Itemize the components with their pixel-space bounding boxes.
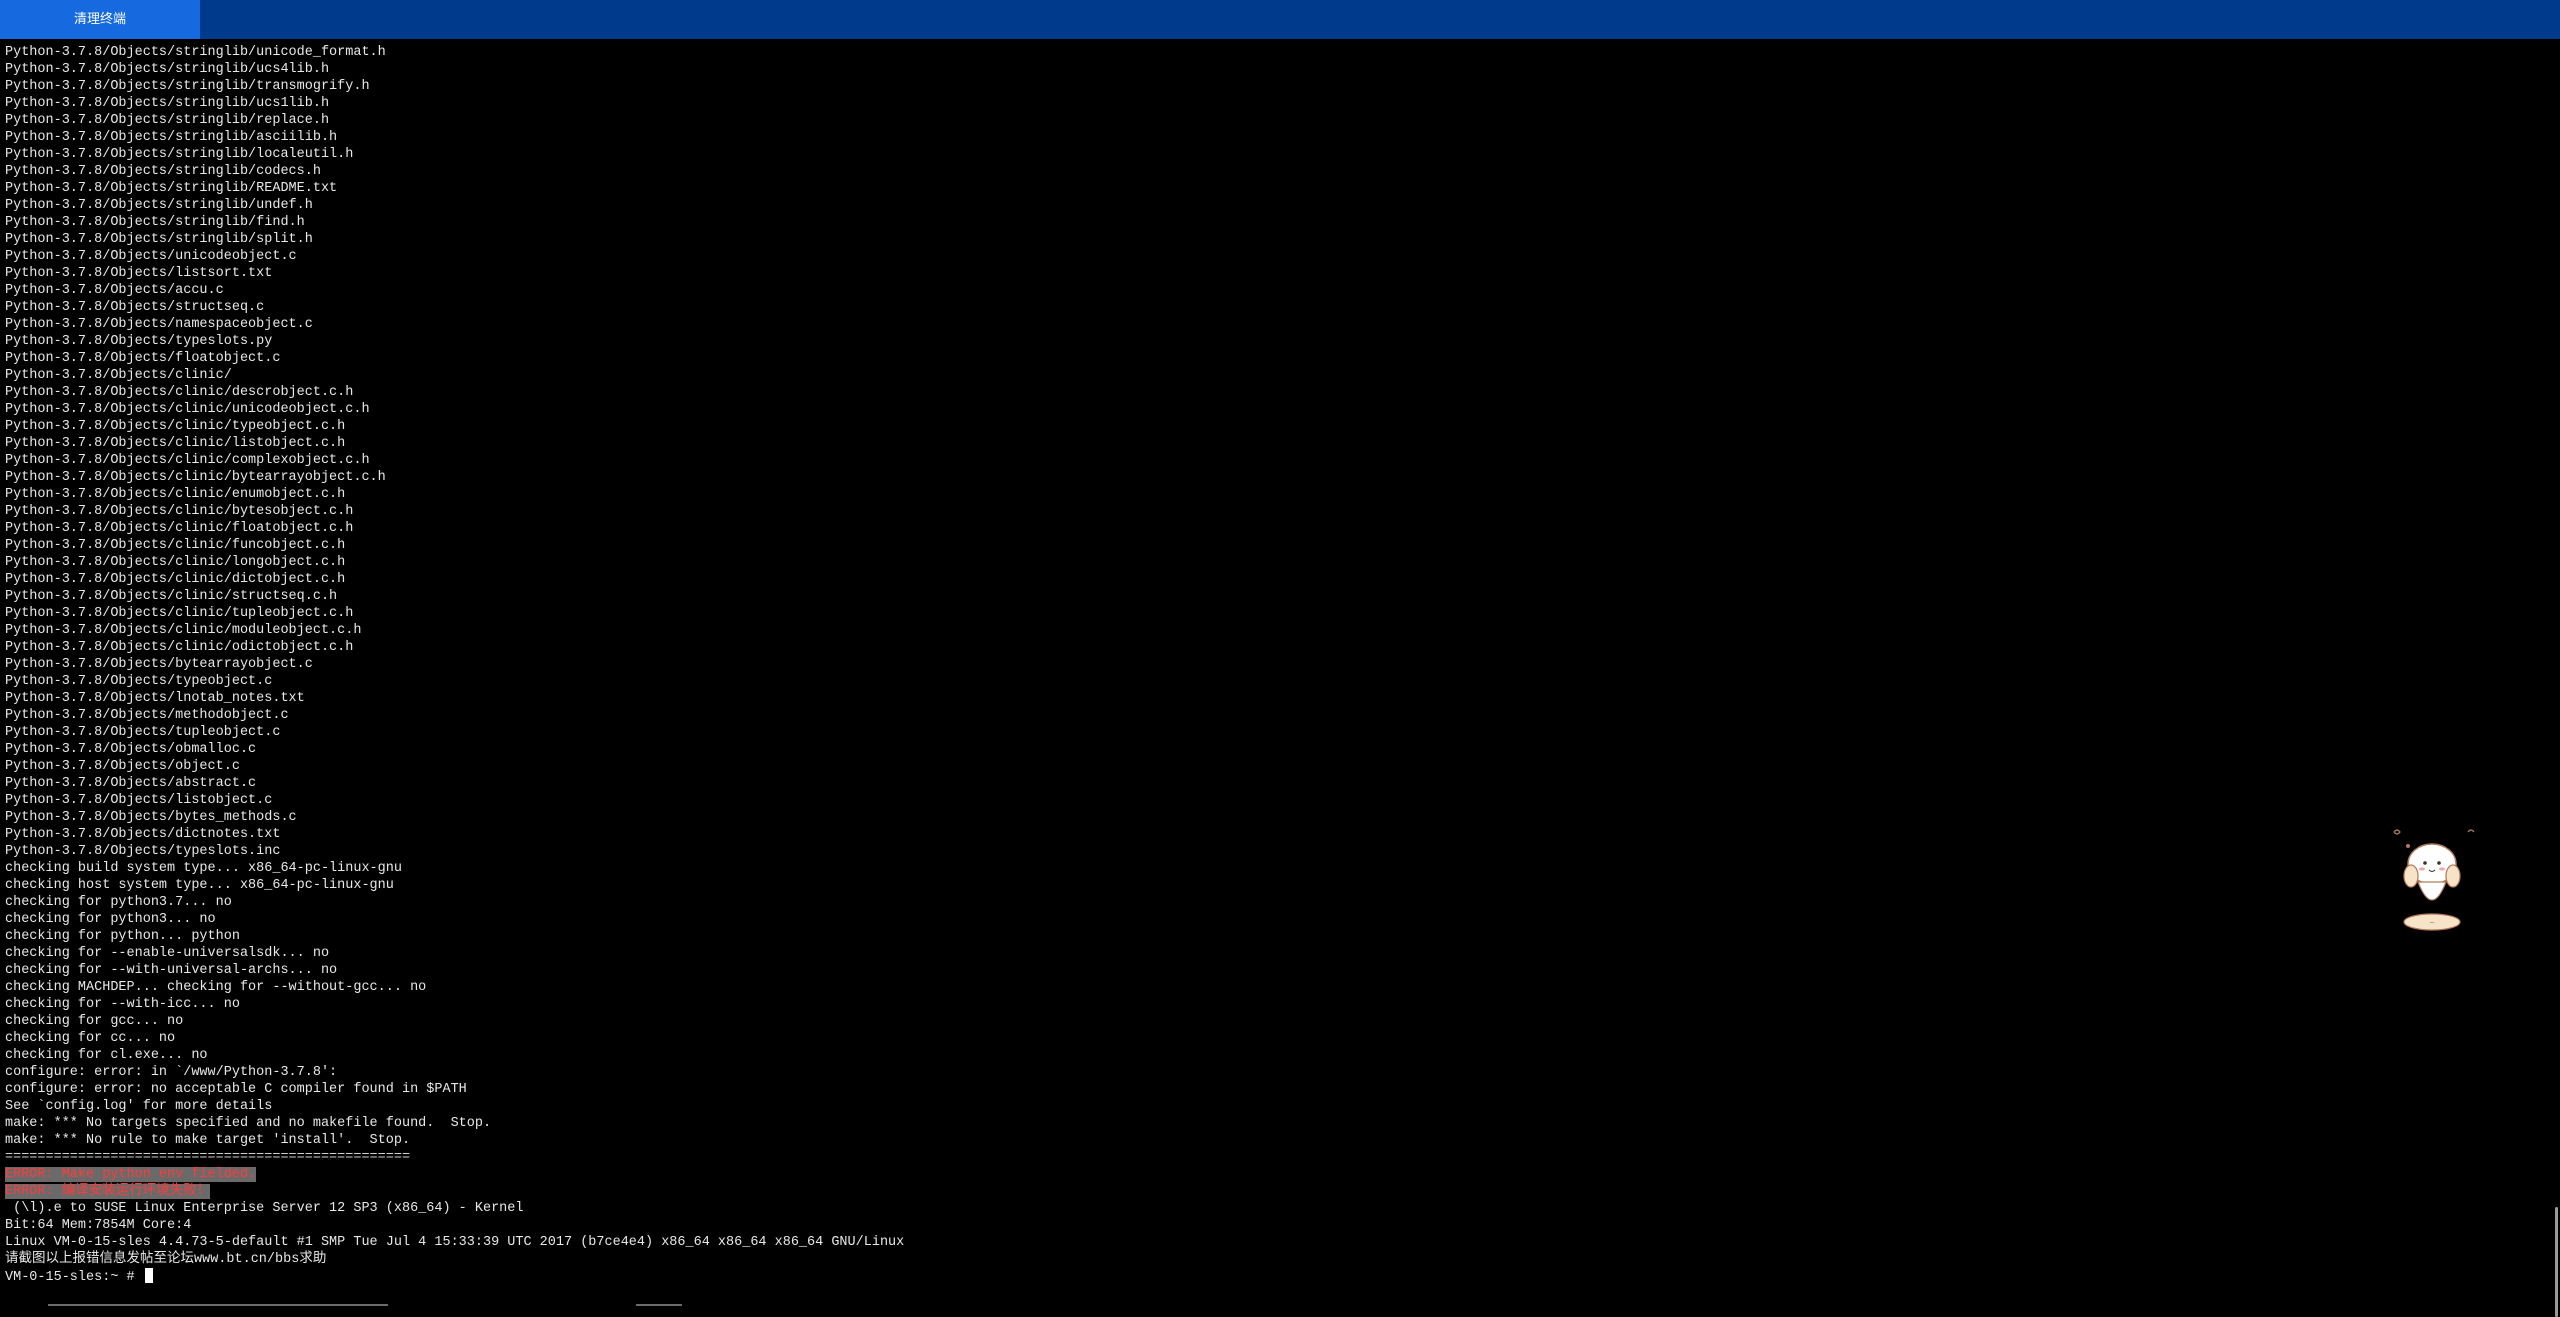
terminal-line: checking for gcc... no [5, 1013, 904, 1030]
terminal-line: Python-3.7.8/Objects/floatobject.c [5, 350, 904, 367]
terminal-line: Python-3.7.8/Objects/stringlib/ucs4lib.h [5, 61, 904, 78]
terminal-line: Python-3.7.8/Objects/clinic/bytesobject.… [5, 503, 904, 520]
svg-text:~: ~ [2429, 919, 2435, 927]
terminal-line: Python-3.7.8/Objects/stringlib/ucs1lib.h [5, 95, 904, 112]
terminal-line: checking for --with-icc... no [5, 996, 904, 1013]
terminal-line: Python-3.7.8/Objects/obmalloc.c [5, 741, 904, 758]
separator-line: ========================================… [5, 1149, 904, 1166]
terminal-line: Python-3.7.8/Objects/abstract.c [5, 775, 904, 792]
mascot-sticker-icon: ~ [2384, 818, 2484, 943]
terminal-line: checking for cc... no [5, 1030, 904, 1047]
system-info-line: Linux VM-0-15-sles 4.4.73-5-default #1 S… [5, 1234, 904, 1251]
terminal-line: Python-3.7.8/Objects/unicodeobject.c [5, 248, 904, 265]
terminal-line: Python-3.7.8/Objects/clinic/unicodeobjec… [5, 401, 904, 418]
terminal-line: Python-3.7.8/Objects/stringlib/transmogr… [5, 78, 904, 95]
terminal-line: Python-3.7.8/Objects/bytearrayobject.c [5, 656, 904, 673]
terminal-line: Python-3.7.8/Objects/object.c [5, 758, 904, 775]
terminal-line: Python-3.7.8/Objects/stringlib/localeuti… [5, 146, 904, 163]
terminal-line: checking for python3... no [5, 911, 904, 928]
terminal-line: Python-3.7.8/Objects/methodobject.c [5, 707, 904, 724]
terminal-line: checking for python3.7... no [5, 894, 904, 911]
terminal-line: Python-3.7.8/Objects/structseq.c [5, 299, 904, 316]
terminal-line: Python-3.7.8/Objects/bytes_methods.c [5, 809, 904, 826]
terminal-line: Python-3.7.8/Objects/stringlib/asciilib.… [5, 129, 904, 146]
terminal-line: Python-3.7.8/Objects/stringlib/unicode_f… [5, 44, 904, 61]
terminal-line: Python-3.7.8/Objects/stringlib/split.h [5, 231, 904, 248]
terminal-line: configure: error: no acceptable C compil… [5, 1081, 904, 1098]
error-message: ERROR: 编译安装运行环境失败！ [5, 1184, 210, 1199]
terminal-line: Python-3.7.8/Objects/clinic/bytearrayobj… [5, 469, 904, 486]
terminal-line: Python-3.7.8/Objects/dictnotes.txt [5, 826, 904, 843]
terminal-line: make: *** No targets specified and no ma… [5, 1115, 904, 1132]
terminal-line: checking for python... python [5, 928, 904, 945]
terminal-line: checking for --enable-universalsdk... no [5, 945, 904, 962]
terminal-line: Python-3.7.8/Objects/typeslots.py [5, 333, 904, 350]
terminal-line: Python-3.7.8/Objects/typeslots.inc [5, 843, 904, 860]
terminal-line: checking host system type... x86_64-pc-l… [5, 877, 904, 894]
terminal-line: Python-3.7.8/Objects/stringlib/replace.h [5, 112, 904, 129]
terminal-line: Python-3.7.8/Objects/clinic/listobject.c… [5, 435, 904, 452]
text-cursor [145, 1268, 153, 1283]
terminal-line: Python-3.7.8/Objects/clinic/descrobject.… [5, 384, 904, 401]
terminal-line: Python-3.7.8/Objects/clinic/typeobject.c… [5, 418, 904, 435]
terminal-line: See `config.log' for more details [5, 1098, 904, 1115]
error-line: ERROR: 编译安装运行环境失败！ [5, 1183, 904, 1200]
terminal-line: Python-3.7.8/Objects/stringlib/README.tx… [5, 180, 904, 197]
terminal-line: Python-3.7.8/Objects/lnotab_notes.txt [5, 690, 904, 707]
terminal-line: checking MACHDEP... checking for --witho… [5, 979, 904, 996]
terminal-line: configure: error: in `/www/Python-3.7.8'… [5, 1064, 904, 1081]
terminal-scrollbar[interactable] [2548, 39, 2560, 1306]
terminal-lines: Python-3.7.8/Objects/stringlib/unicode_f… [5, 44, 904, 1285]
terminal-line: checking for cl.exe... no [5, 1047, 904, 1064]
terminal-line: Python-3.7.8/Objects/clinic/floatobject.… [5, 520, 904, 537]
terminal-line: Python-3.7.8/Objects/clinic/ [5, 367, 904, 384]
terminal-toolbar: 清理终端 [0, 0, 2560, 39]
shell-prompt-line[interactable]: VM-0-15-sles:~ # [5, 1268, 904, 1285]
system-info-line: (\l).e to SUSE Linux Enterprise Server 1… [5, 1200, 904, 1217]
terminal-line: make: *** No rule to make target 'instal… [5, 1132, 904, 1149]
terminal-output[interactable]: Python-3.7.8/Objects/stringlib/unicode_f… [0, 39, 2548, 1306]
terminal-line: Python-3.7.8/Objects/typeobject.c [5, 673, 904, 690]
system-info-line: 请截图以上报错信息发帖至论坛www.bt.cn/bbs求助 [5, 1251, 904, 1268]
terminal-line: Python-3.7.8/Objects/stringlib/undef.h [5, 197, 904, 214]
terminal-line: checking for --with-universal-archs... n… [5, 962, 904, 979]
terminal-line: Python-3.7.8/Objects/clinic/tupleobject.… [5, 605, 904, 622]
terminal-line: Python-3.7.8/Objects/clinic/longobject.c… [5, 554, 904, 571]
terminal-line: Python-3.7.8/Objects/clinic/dictobject.c… [5, 571, 904, 588]
terminal-line: Python-3.7.8/Objects/clinic/funcobject.c… [5, 537, 904, 554]
terminal-line: Python-3.7.8/Objects/stringlib/codecs.h [5, 163, 904, 180]
terminal-line: Python-3.7.8/Objects/listobject.c [5, 792, 904, 809]
terminal-line: Python-3.7.8/Objects/tupleobject.c [5, 724, 904, 741]
terminal-line: Python-3.7.8/Objects/clinic/structseq.c.… [5, 588, 904, 605]
clear-terminal-button[interactable]: 清理终端 [0, 0, 200, 39]
terminal-line: Python-3.7.8/Objects/clinic/enumobject.c… [5, 486, 904, 503]
terminal-line: checking build system type... x86_64-pc-… [5, 860, 904, 877]
terminal-line: Python-3.7.8/Objects/listsort.txt [5, 265, 904, 282]
error-line: ERROR: Make python env fielded. [5, 1166, 904, 1183]
error-message: ERROR: Make python env fielded. [5, 1167, 256, 1182]
system-info-line: Bit:64 Mem:7854M Core:4 [5, 1217, 904, 1234]
terminal-line: Python-3.7.8/Objects/clinic/moduleobject… [5, 622, 904, 639]
terminal-line: Python-3.7.8/Objects/accu.c [5, 282, 904, 299]
terminal-line: Python-3.7.8/Objects/clinic/complexobjec… [5, 452, 904, 469]
shell-prompt: VM-0-15-sles:~ # [5, 1270, 143, 1285]
terminal-line: Python-3.7.8/Objects/namespaceobject.c [5, 316, 904, 333]
terminal-line: Python-3.7.8/Objects/clinic/odictobject.… [5, 639, 904, 656]
scrollbar-thumb[interactable] [2555, 1207, 2558, 1317]
terminal-line: Python-3.7.8/Objects/stringlib/find.h [5, 214, 904, 231]
